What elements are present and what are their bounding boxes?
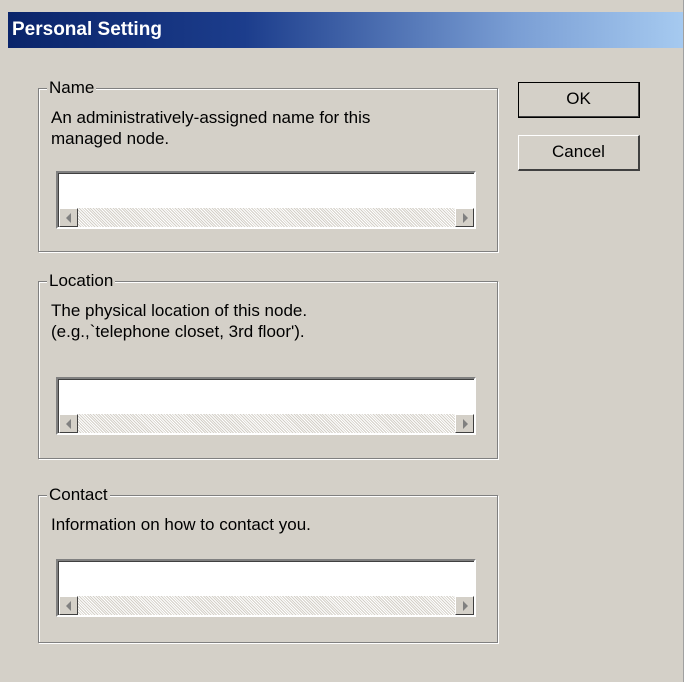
name-group: Name An administratively-assigned name f… [38,78,498,252]
ok-button[interactable]: OK [518,82,640,118]
contact-input[interactable] [56,559,476,617]
scroll-left-arrow-icon[interactable] [59,596,78,615]
scroll-left-arrow-icon[interactable] [59,414,78,433]
location-description: The physical location of this node. (e.g… [51,301,308,341]
location-input[interactable] [56,377,476,435]
scroll-right-arrow-icon[interactable] [455,208,474,227]
name-group-label: Name [47,78,97,98]
name-description: An administratively-assigned name for th… [51,108,371,148]
name-input[interactable] [56,171,476,229]
scroll-left-arrow-icon[interactable] [59,208,78,227]
contact-group: Contact Information on how to contact yo… [38,485,498,643]
name-horizontal-scrollbar[interactable] [59,208,474,227]
scroll-right-arrow-icon[interactable] [455,596,474,615]
contact-horizontal-scrollbar[interactable] [59,596,474,615]
contact-description: Information on how to contact you. [51,515,311,534]
dialog-title: Personal Setting [12,19,162,40]
dialog-title-bar[interactable]: Personal Setting [8,12,683,48]
cancel-button[interactable]: Cancel [518,135,640,171]
location-group: Location The physical location of this n… [38,271,498,459]
contact-group-label: Contact [47,485,110,505]
location-horizontal-scrollbar[interactable] [59,414,474,433]
personal-setting-dialog: Personal Setting Name An administrativel… [0,0,684,682]
scroll-right-arrow-icon[interactable] [455,414,474,433]
location-group-label: Location [47,271,116,291]
